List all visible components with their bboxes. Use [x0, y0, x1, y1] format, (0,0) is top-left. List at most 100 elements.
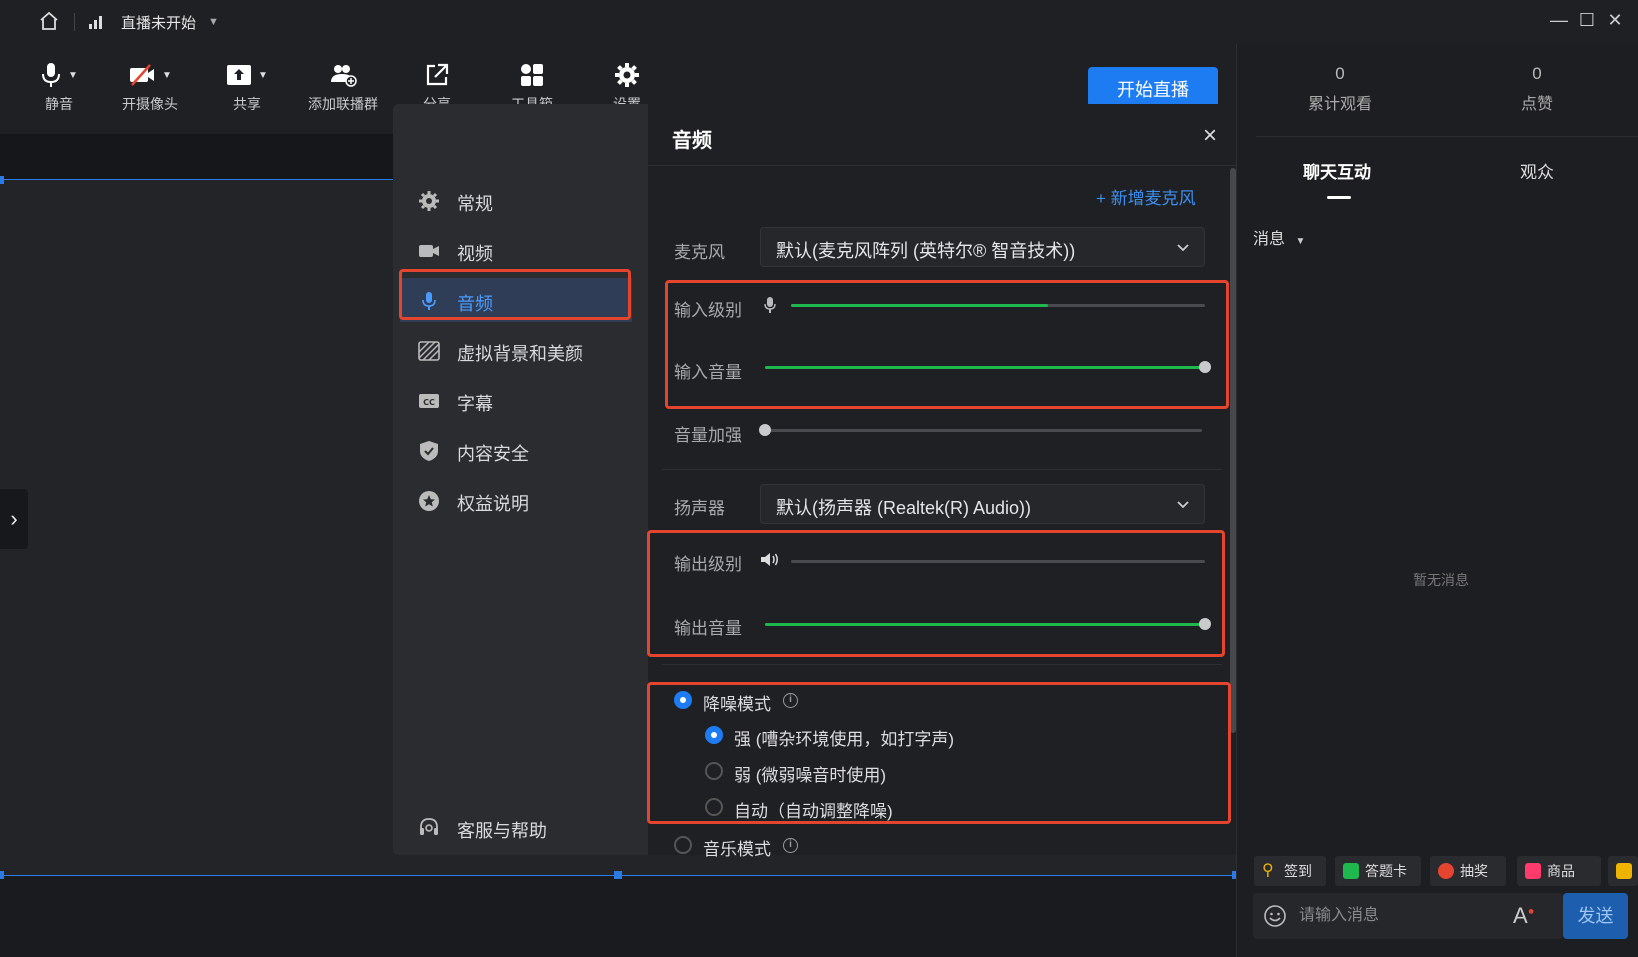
message-filter[interactable]: 消息 ▼ [1253, 225, 1305, 249]
start-live-button[interactable]: 开始直播 [1088, 67, 1218, 107]
speaker-label: 扬声器 [674, 499, 725, 518]
microphone-select[interactable]: 默认(麦克风阵列 (英特尔® 智音技术)) [760, 227, 1205, 267]
resize-handle[interactable] [0, 176, 4, 184]
minimize-icon[interactable]: — [1547, 8, 1571, 32]
noise-mode-radio[interactable] [674, 691, 692, 709]
chat-message-input[interactable] [1299, 901, 1499, 931]
close-dialog-icon[interactable]: × [1198, 124, 1222, 148]
gear-icon [615, 63, 639, 87]
product-icon [1525, 863, 1541, 879]
signal-icon [89, 16, 102, 29]
output-volume-fill [765, 623, 1205, 626]
star-badge-icon [419, 491, 439, 511]
boost-label: 音量加强 [674, 426, 742, 445]
mute-button[interactable]: ▼ 静音 [14, 58, 104, 114]
apps-icon [521, 64, 543, 86]
video-camera-icon [419, 245, 439, 257]
maximize-icon[interactable]: ☐ [1575, 8, 1599, 32]
speaker-icon [761, 553, 778, 566]
input-volume-knob[interactable] [1199, 361, 1211, 373]
close-icon[interactable]: ✕ [1603, 8, 1627, 32]
share-caret-icon[interactable]: ▼ [258, 70, 268, 81]
panel-divider [1236, 44, 1237, 957]
output-volume-knob[interactable] [1199, 618, 1211, 630]
expand-sidebar-button[interactable]: › [0, 489, 28, 549]
camera-button[interactable]: ▼ 开摄像头 [105, 58, 195, 114]
share-screen-icon [227, 65, 252, 85]
noise-mode-label: 降噪模式 [703, 695, 771, 714]
mute-caret-icon[interactable]: ▼ [68, 70, 78, 81]
microphone-label: 麦克风 [674, 243, 725, 262]
empty-message: 暂无消息 [1413, 572, 1469, 588]
tab-audience[interactable]: 观众 [1520, 158, 1554, 183]
gift-icon [1438, 863, 1454, 879]
headset-icon [420, 818, 438, 835]
mute-label: 静音 [45, 96, 73, 112]
home-icon[interactable] [38, 10, 60, 32]
location-icon: ⚲ [1262, 862, 1274, 879]
views-label: 累计观看 [1307, 96, 1372, 113]
output-level-meter [791, 560, 1205, 563]
share-button[interactable]: ▼ 共享 [202, 58, 292, 114]
nav-item-general[interactable]: 常规 [400, 178, 632, 222]
nav-item-help[interactable]: 客服与帮助 [400, 805, 632, 849]
emoji-icon[interactable] [1263, 904, 1287, 928]
boost-slider[interactable] [759, 424, 1202, 436]
input-volume-label: 输入音量 [674, 363, 742, 382]
info-icon[interactable]: i [783, 838, 798, 853]
speaker-value: 默认(扬声器 (Realtek(R) Audio)) [776, 498, 1032, 518]
input-volume-fill [765, 366, 1205, 369]
noise-auto-radio[interactable] [705, 798, 723, 816]
live-status[interactable]: 直播未开始 [121, 12, 196, 33]
lottery-label: 抽奖 [1460, 863, 1488, 879]
lottery-chip[interactable]: 抽奖 [1430, 856, 1506, 886]
nav-item-content-security[interactable]: 内容安全 [400, 428, 632, 472]
settings-scrollbar[interactable] [1230, 168, 1236, 733]
nav-item-label: 常规 [457, 194, 493, 214]
input-volume-slider[interactable] [765, 361, 1211, 373]
nav-item-label: 权益说明 [457, 494, 529, 514]
product-chip[interactable]: 商品 [1517, 856, 1601, 886]
camera-caret-icon[interactable]: ▼ [162, 70, 172, 81]
stats-separator [1256, 136, 1638, 137]
send-button[interactable]: 发送 [1563, 893, 1628, 939]
section-divider [662, 664, 1222, 665]
more-chip[interactable]: 提 [1608, 856, 1638, 886]
music-mode-radio[interactable] [674, 836, 692, 854]
checkin-label: 签到 [1284, 863, 1312, 879]
boost-knob[interactable] [759, 424, 771, 436]
nav-item-rights[interactable]: 权益说明 [400, 478, 632, 522]
output-volume-slider[interactable] [765, 618, 1211, 630]
noise-strong-label: 强 (嘈杂环境使用，如打字声) [734, 730, 955, 749]
info-icon[interactable]: i [783, 693, 798, 708]
views-stat: 0 累计观看 [1280, 64, 1400, 114]
status-caret-icon[interactable]: ▼ [208, 16, 219, 28]
message-filter-label: 消息 [1253, 231, 1286, 248]
noise-weak-radio[interactable] [705, 762, 723, 780]
checkin-chip[interactable]: ⚲ 签到 [1254, 856, 1326, 886]
nav-item-virtual-background[interactable]: 虚拟背景和美颜 [400, 328, 632, 372]
speaker-select[interactable]: 默认(扬声器 (Realtek(R) Audio)) [760, 484, 1205, 524]
resize-handle[interactable] [0, 871, 4, 879]
gear-icon [419, 191, 439, 211]
background-pattern-icon [418, 341, 440, 361]
nav-item-subtitles[interactable]: CC 字幕 [400, 378, 632, 422]
tab-underline [1327, 196, 1351, 199]
nav-item-video[interactable]: 视频 [400, 228, 632, 272]
tab-chat[interactable]: 聊天互动 [1303, 158, 1371, 183]
likes-stat: 0 点赞 [1477, 64, 1597, 114]
add-microphone-link[interactable]: + 新增麦克风 [1096, 184, 1196, 209]
card-icon [1616, 863, 1632, 879]
quiz-chip[interactable]: 答题卡 [1335, 856, 1421, 886]
font-style-icon[interactable]: A● [1513, 903, 1534, 929]
add-cohost-button[interactable]: 添加联播群 [298, 58, 388, 114]
likes-label: 点赞 [1520, 96, 1553, 113]
nav-item-label: 虚拟背景和美颜 [457, 344, 583, 364]
noise-strong-radio[interactable] [705, 726, 723, 744]
chevron-down-icon [1177, 501, 1189, 509]
nav-item-label: 字幕 [457, 394, 493, 414]
nav-item-label: 客服与帮助 [457, 821, 547, 841]
shield-icon [420, 441, 438, 461]
nav-item-label: 视频 [457, 244, 493, 264]
resize-handle[interactable] [614, 871, 622, 879]
